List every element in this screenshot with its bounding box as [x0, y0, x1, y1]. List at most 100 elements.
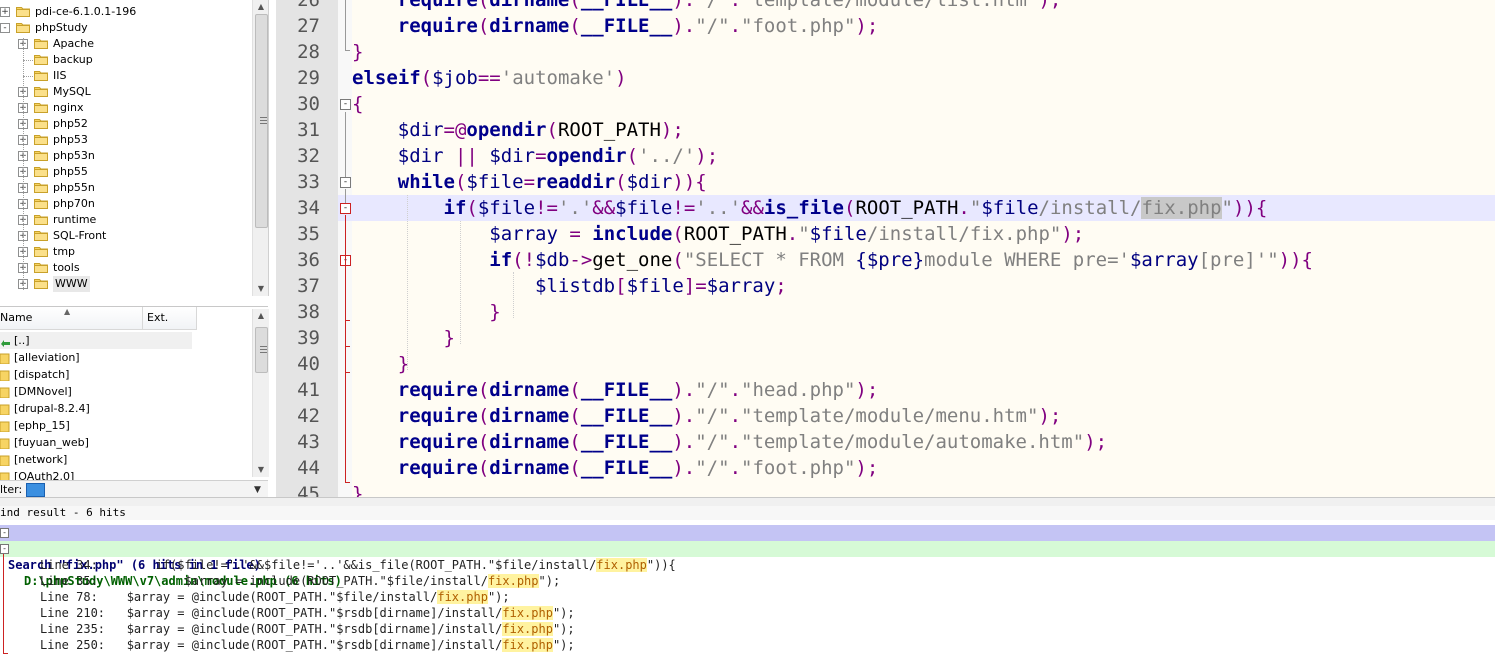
- column-header-name[interactable]: Name ▲: [0, 307, 143, 330]
- file-list-item[interactable]: [DMNovel]: [0, 383, 192, 400]
- file-list-item-label: [dispatch]: [14, 368, 70, 381]
- tree-item-label: php52: [53, 117, 88, 130]
- collapse-icon[interactable]: -: [0, 23, 10, 33]
- scroll-down-icon[interactable]: ▼: [253, 463, 269, 477]
- file-list-item[interactable]: [drupal-8.2.4]: [0, 400, 192, 417]
- scroll-up-icon[interactable]: ▲: [253, 309, 269, 323]
- file-list-item[interactable]: [dispatch]: [0, 366, 192, 383]
- code-line[interactable]: }: [352, 39, 363, 65]
- folder-tree[interactable]: + pdi-ce-6.1.0.1-196 - phpStudy + Apache backu…: [0, 0, 269, 296]
- hit-text: Line 250: $array = @include(ROOT_PATH."$…: [40, 638, 503, 652]
- fold-line: [345, 0, 346, 50]
- code-line[interactable]: require(dirname(__FILE__)."/"."head.php"…: [352, 377, 879, 403]
- file-list-scrollbar[interactable]: ▲ ▼: [252, 309, 269, 477]
- fold-toggle-icon[interactable]: -: [340, 177, 351, 188]
- file-list-item-label: [fuyuan_web]: [14, 436, 89, 449]
- line-number: 36: [297, 249, 320, 271]
- tree-item-label: php55n: [53, 181, 95, 194]
- folder-icon: [0, 454, 10, 467]
- file-list-item[interactable]: [alleviation]: [0, 349, 192, 366]
- tree-item[interactable]: IIS: [0, 68, 252, 84]
- filter-input[interactable]: [26, 483, 45, 497]
- tree-item[interactable]: + WWW: [0, 276, 252, 292]
- code-line[interactable]: }: [352, 299, 500, 325]
- hit-line[interactable]: Line 78: $array = @include(ROOT_PATH."$f…: [40, 589, 510, 605]
- tree-item[interactable]: + tools: [0, 260, 252, 276]
- code-line[interactable]: while($file=readdir($dir)){: [352, 169, 707, 195]
- hit-text: Line 34: if($file!='.'&&$file!='..'&&is_…: [40, 558, 597, 572]
- parent-folder-icon: [0, 335, 10, 347]
- line-number: 29: [297, 67, 320, 89]
- code-line[interactable]: }: [352, 481, 363, 497]
- scrollbar-thumb[interactable]: [255, 14, 268, 228]
- line-number: 37: [297, 275, 320, 297]
- scrollbar-thumb[interactable]: [255, 327, 268, 373]
- search-header[interactable]: - Search "fix.php" (6 hits in 1 file): [0, 525, 1495, 572]
- file-result-header[interactable]: - D:\phpStudy\WWW\v7\admin\module.php (6…: [0, 541, 1495, 588]
- code-line[interactable]: $array = include(ROOT_PATH."$file/instal…: [352, 221, 1084, 247]
- tree-item[interactable]: + Apache: [0, 36, 252, 52]
- file-list-item-label: [alleviation]: [14, 351, 80, 364]
- tree-item[interactable]: + nginx: [0, 100, 252, 116]
- code-line[interactable]: {: [352, 91, 363, 117]
- tree-item[interactable]: + SQL-Front: [0, 228, 252, 244]
- file-list-item[interactable]: [network]: [0, 451, 192, 468]
- collapse-icon[interactable]: -: [0, 544, 9, 554]
- tree-item[interactable]: + php55: [0, 164, 252, 180]
- line-number: 44: [297, 457, 320, 479]
- tree-item[interactable]: + pdi-ce-6.1.0.1-196: [0, 4, 252, 20]
- file-list-item[interactable]: [fuyuan_web]: [0, 434, 192, 451]
- code-line[interactable]: $dir || $dir=opendir('../');: [352, 143, 718, 169]
- column-header-ext[interactable]: Ext.: [143, 307, 197, 330]
- hit-line[interactable]: Line 210: $array = @include(ROOT_PATH."$…: [40, 605, 575, 621]
- folder-icon: [34, 38, 48, 49]
- file-list-item[interactable]: [ephp_15]: [0, 417, 192, 434]
- code-line[interactable]: require(dirname(__FILE__)."/"."foot.php"…: [352, 13, 879, 39]
- find-results-panel[interactable]: - Search "fix.php" (6 hits in 1 file) - …: [0, 522, 1495, 667]
- code-line[interactable]: require(dirname(__FILE__)."/"."template/…: [352, 403, 1062, 429]
- code-line[interactable]: require(dirname(__FILE__)."/"."template/…: [352, 0, 1062, 13]
- file-list-item[interactable]: [..]: [0, 332, 192, 349]
- tree-item[interactable]: + php55n: [0, 180, 252, 196]
- fold-margin[interactable]: ----: [338, 0, 352, 497]
- code-line[interactable]: if(!$db->get_one("SELECT * FROM {$pre}mo…: [352, 247, 1313, 273]
- hit-line[interactable]: Line 235: $array = @include(ROOT_PATH."$…: [40, 621, 575, 637]
- hit-text: ")){: [646, 558, 676, 572]
- file-list[interactable]: Name ▲ Ext. [..] [alleviation] [dispatch] […: [0, 306, 269, 484]
- tree-item[interactable]: backup: [0, 52, 252, 68]
- tree-item[interactable]: + tmp: [0, 244, 252, 260]
- tree-item[interactable]: + MySQL: [0, 84, 252, 100]
- fold-toggle-icon[interactable]: -: [340, 99, 351, 110]
- code-line[interactable]: require(dirname(__FILE__)."/"."foot.php"…: [352, 455, 879, 481]
- tree-item[interactable]: - phpStudy: [0, 20, 252, 36]
- code-line[interactable]: }: [352, 351, 409, 377]
- code-editor[interactable]: require(dirname(__FILE__)."/"."template/…: [352, 0, 1495, 497]
- tree-item[interactable]: + php53n: [0, 148, 252, 164]
- tree-item[interactable]: + runtime: [0, 212, 252, 228]
- code-line[interactable]: }: [352, 325, 455, 351]
- code-line[interactable]: $listdb[$file]=$array;: [352, 273, 787, 299]
- code-line[interactable]: require(dirname(__FILE__)."/"."template/…: [352, 429, 1107, 455]
- hit-text: ");: [552, 622, 575, 636]
- tree-item[interactable]: + php53: [0, 132, 252, 148]
- tree-item[interactable]: + php70n: [0, 196, 252, 212]
- folder-icon: [0, 403, 10, 416]
- folder-icon: [34, 262, 48, 273]
- indent-guide: [460, 221, 461, 344]
- scroll-up-icon[interactable]: ▲: [253, 0, 268, 14]
- collapse-icon[interactable]: -: [0, 528, 9, 538]
- hit-line[interactable]: Line 250: $array = @include(ROOT_PATH."$…: [40, 637, 575, 653]
- code-line[interactable]: $dir=@opendir(ROOT_PATH);: [352, 117, 684, 143]
- tree-item-label: pdi-ce-6.1.0.1-196: [35, 5, 137, 18]
- code-line[interactable]: elseif($job=='automake'): [352, 65, 627, 91]
- expand-icon[interactable]: +: [0, 7, 10, 17]
- folder-icon: [0, 369, 10, 382]
- results-tree-line-end: [3, 653, 8, 654]
- fold-toggle-icon[interactable]: -: [340, 203, 351, 214]
- code-line[interactable]: if($file!='.'&&$file!='..'&&is_file(ROOT…: [352, 195, 1495, 221]
- scroll-down-icon[interactable]: ▼: [253, 282, 268, 296]
- tree-item[interactable]: + php52: [0, 116, 252, 132]
- hit-line[interactable]: Line 34: if($file!='.'&&$file!='..'&&is_…: [40, 557, 676, 573]
- tree-scrollbar[interactable]: ▲ ▼: [252, 0, 268, 296]
- hit-line[interactable]: Line 35: $array = include(ROOT_PATH."$fi…: [40, 573, 560, 589]
